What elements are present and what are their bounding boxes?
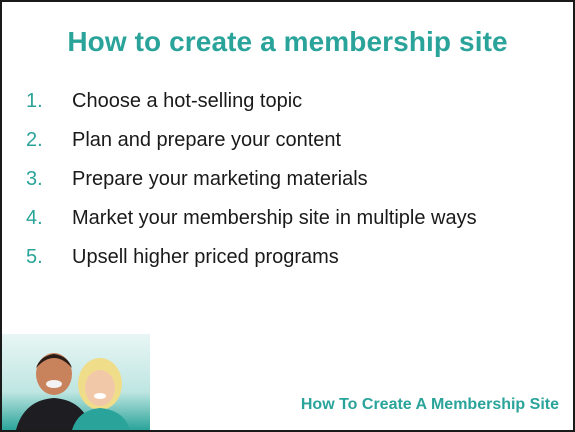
presenters-photo (2, 334, 150, 430)
list-item-text: Market your membership site in multiple … (72, 207, 477, 229)
list-item-text: Plan and prepare your content (72, 129, 342, 151)
list-item: 2. Plan and prepare your content (26, 127, 556, 153)
list-item-number: 5. (26, 246, 43, 268)
list-item: 1. Choose a hot-selling topic (26, 88, 556, 114)
numbered-list: 1. Choose a hot-selling topic 2. Plan an… (26, 88, 556, 283)
slide: How to create a membership site 1. Choos… (0, 0, 575, 432)
woman-face (85, 370, 115, 406)
list-item: 5. Upsell higher priced programs (26, 244, 556, 270)
man-face (36, 353, 72, 395)
list-item-number: 3. (26, 168, 43, 190)
list-item-text: Prepare your marketing materials (72, 168, 368, 190)
woman-smile (94, 393, 106, 399)
list-item: 3. Prepare your marketing materials (26, 166, 556, 192)
list-item-text: Upsell higher priced programs (72, 246, 339, 268)
list-item-number: 2. (26, 129, 43, 151)
list-item-number: 1. (26, 90, 43, 112)
list-item: 4. Market your membership site in multip… (26, 205, 556, 231)
list-item-number: 4. (26, 207, 43, 229)
presenters-illustration (16, 353, 130, 430)
slide-title: How to create a membership site (67, 26, 508, 57)
list-item-text: Choose a hot-selling topic (72, 90, 303, 112)
footer-title: How To Create A Membership Site (300, 396, 559, 413)
man-smile (46, 380, 62, 388)
